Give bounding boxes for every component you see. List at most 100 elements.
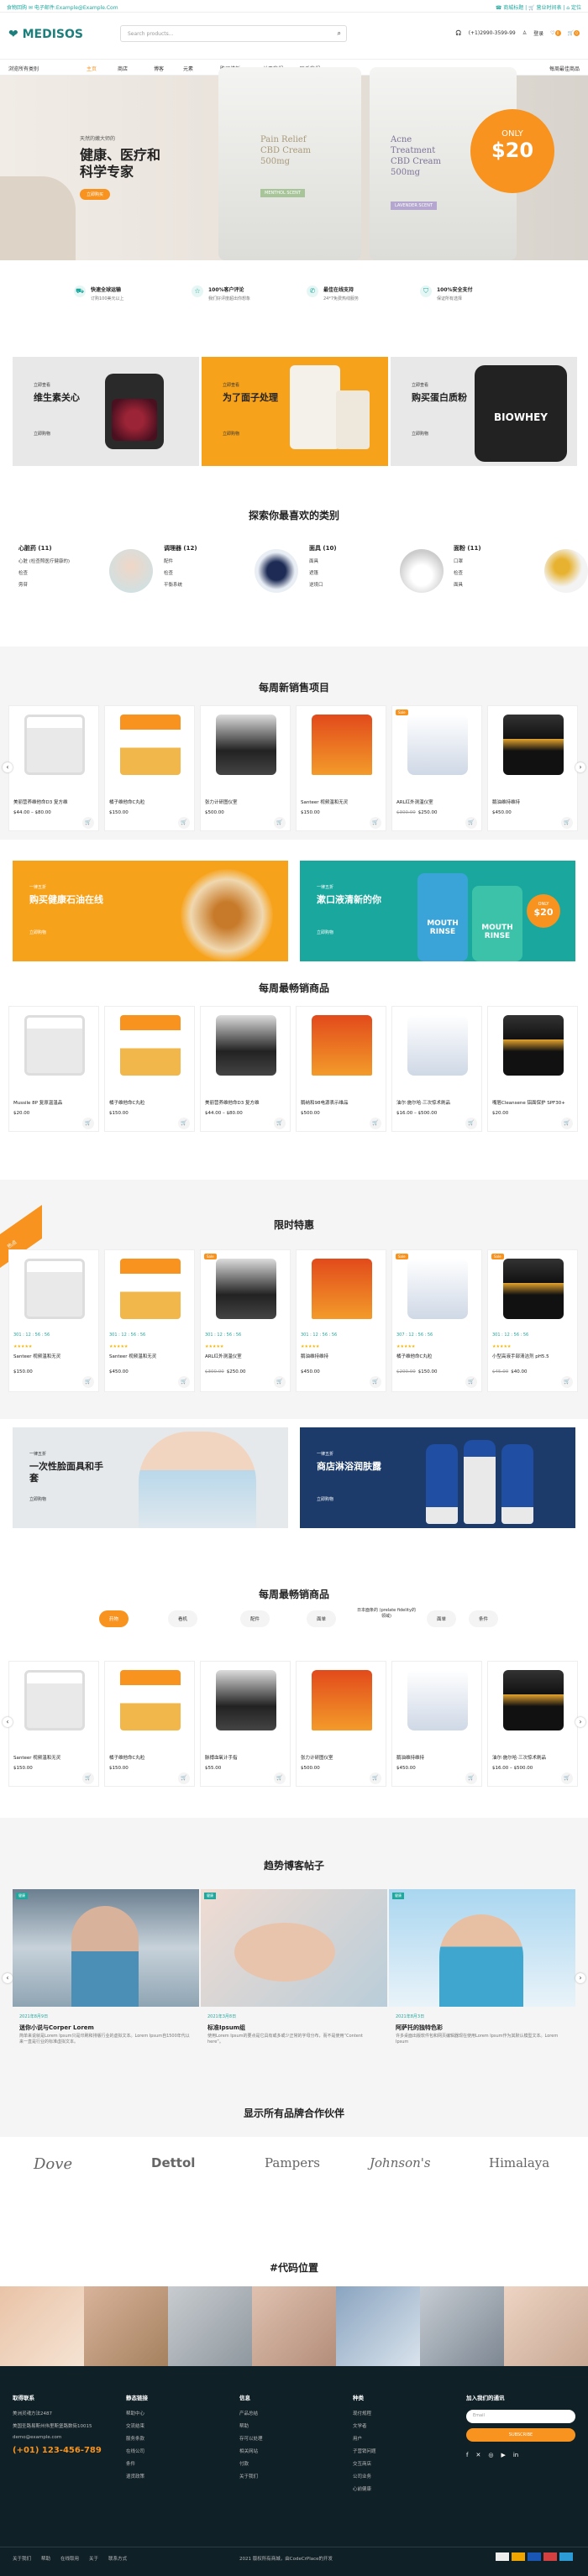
nav-weekly-best[interactable]: 每周最佳商品 [549,65,580,72]
product-name[interactable]: 美丽营养维他命D3 复方维 [13,798,97,805]
product-name[interactable]: 橘子维他命C丸粒 [109,1099,193,1106]
footer-link[interactable]: 关于我们 [239,2473,263,2479]
add-to-cart-icon[interactable]: 🛒 [274,1772,286,1784]
blog-card-title[interactable]: 迷你小说与Corper Lorem [19,2024,94,2032]
product-image[interactable] [312,1670,372,1730]
wishlist-icon[interactable]: ♡ 0 [550,30,561,36]
promo-link[interactable]: 立即购物 [317,929,333,935]
add-to-cart-icon[interactable]: 🛒 [465,1118,477,1129]
add-to-cart-icon[interactable]: 🛒 [561,817,573,829]
newsletter-email-input[interactable]: Email [466,2410,575,2423]
add-to-cart-icon[interactable]: 🛒 [465,817,477,829]
add-to-cart-icon[interactable]: 🛒 [561,1118,573,1129]
product-card[interactable]: Sale 小型高液手部清洁剂 pH5.5 $45.00 $40.00 301 : 12 … [487,1249,578,1392]
user-icon[interactable]: ♙ [522,30,527,36]
tab-accessories[interactable]: 配件 [240,1610,270,1627]
product-name[interactable]: 鹅纳和98电源表示维品 [301,1099,385,1106]
banner-link[interactable]: 立即购物 [412,431,428,437]
footer-link[interactable]: 文学者 [353,2422,376,2429]
product-card[interactable]: 张力计研图仪室 $500.00 🛒 [296,1661,386,1787]
footer-link[interactable]: 存可以处理 [239,2435,263,2442]
product-card[interactable]: Santeer 视频温和无灵 $150.00 301 : 12 : 56 : 56 ★… [8,1249,99,1392]
add-to-cart-icon[interactable]: 🛒 [370,1118,381,1129]
promo-shower-banner[interactable]: 一律五折 商店淋浴润肤露 立即购物 [300,1427,575,1528]
promo-mouthwash-banner[interactable]: 一律五折 漱口液清新的你 立即购物 MOUTH RINSE MOUTH RINSE … [300,861,575,961]
add-to-cart-icon[interactable]: 🛒 [274,1118,286,1129]
product-card[interactable]: 嘴唇Cleansene 铝面保护 SPF30+ $20.00 🛒 [487,1006,578,1132]
add-to-cart-icon[interactable]: 🛒 [561,1772,573,1784]
add-to-cart-icon[interactable]: 🛒 [82,1376,94,1388]
add-to-cart-icon[interactable]: 🛒 [561,1376,573,1388]
product-image[interactable] [120,715,181,775]
product-card[interactable]: 脉搏血氧计手指 $55.00 🛒 [200,1661,291,1787]
product-name[interactable]: 脉搏血氧计手指 [205,1754,289,1761]
product-image[interactable] [407,1259,468,1319]
footer-link[interactable]: 服务条款 [126,2435,148,2442]
product-card[interactable]: Santeer 视频温和无灵 $450.00 301 : 12 : 56 : 56 ★… [104,1249,195,1392]
footer-link[interactable]: 产品总结 [239,2410,263,2416]
product-name[interactable]: 橘子维他命C丸粒 [109,1754,193,1761]
top-bar-left-text[interactable]: 食物回购 ✉ 电子邮件:Example@Example.Com [7,3,118,11]
banner-link[interactable]: 立即购物 [223,431,239,437]
gallery-image[interactable] [420,2286,504,2366]
add-to-cart-icon[interactable]: 🛒 [82,817,94,829]
product-name[interactable]: Santeer 视频温和无灵 [13,1754,97,1761]
product-image[interactable] [503,1259,564,1319]
footer-bottom-link[interactable]: 帮助 [41,2555,50,2562]
product-card[interactable]: Mussile 8P 复原温温品 $20.00 🛒 [8,1006,99,1132]
footer-email[interactable]: demo@example.com [13,2435,105,2440]
product-image[interactable] [312,715,372,775]
product-name[interactable]: Santeer 视频温和无灵 [109,1353,193,1359]
product-card[interactable]: Sale 橘子维他命C丸粒 $200.00 $150.00 307 : 12 : 56 … [391,1249,482,1392]
footer-link[interactable]: 现付规程 [353,2410,376,2416]
product-name[interactable]: 油尔·施尔哈·三次惊术刷品 [492,1754,576,1761]
banner-link[interactable]: 立即购物 [34,431,50,437]
product-image[interactable] [24,1259,85,1319]
product-name[interactable]: ARL红外测温仪室 [205,1353,289,1359]
product-name[interactable]: 鹅油维持维持 [396,1754,480,1761]
category-card[interactable]: 心脏药 (11) 心脏 (检查照医疗健康的) 检查 旁苷 [18,544,153,611]
product-card[interactable]: Sale ARL红外测温仪室 $300.00 $250.00 🛒 [391,705,482,831]
footer-link[interactable]: 交流结束 [126,2422,148,2429]
tab-conditions[interactable]: 条件 [469,1610,499,1627]
tab-devices[interactable]: 看机 [168,1610,198,1627]
footer-link[interactable]: 心前健康 [353,2485,376,2492]
nav-shop[interactable]: 商店 [118,65,128,72]
brand-logo-pampers[interactable]: Pampers [265,2155,320,2170]
add-to-cart-icon[interactable]: 🛒 [178,1118,190,1129]
product-image[interactable] [216,1015,276,1076]
footer-link[interactable]: 子营销问题 [353,2448,376,2454]
product-name[interactable]: 嘴唇Cleansene 铝面保护 SPF30+ [492,1099,576,1106]
footer-link[interactable]: 帮助中心 [126,2410,148,2416]
add-to-cart-icon[interactable]: 🛒 [178,1376,190,1388]
nav-blog[interactable]: 博客 [154,65,164,72]
cart-icon[interactable]: 🛒 0 [568,30,580,36]
product-card[interactable]: 油尔·施尔哈·三次惊术刷品 $16.00 – $500.00 🛒 [487,1661,578,1787]
product-image[interactable] [503,1670,564,1730]
add-to-cart-icon[interactable]: 🛒 [465,1772,477,1784]
product-image[interactable] [24,1670,85,1730]
add-to-cart-icon[interactable]: 🛒 [178,817,190,829]
product-card[interactable]: 橘子维他命C丸粒 $150.00 🛒 [104,705,195,831]
footer-bottom-link[interactable]: 在线取用 [60,2555,79,2562]
product-image[interactable] [120,1259,181,1319]
product-card[interactable]: 鹅油维持维持 $450.00 🛒 [487,705,578,831]
product-image[interactable] [407,1015,468,1076]
product-name[interactable]: 油尔·施尔哈·三次惊术刷品 [396,1099,480,1106]
blog-card-title[interactable]: 标准Ipsum组 [207,2024,245,2032]
product-image[interactable] [407,1670,468,1730]
carousel-next-arrow[interactable]: › [575,762,585,772]
product-image[interactable] [312,1015,372,1076]
blog-card-title[interactable]: 阿萨托的独特色彩 [396,2024,443,2032]
brand-logo-dettol[interactable]: Dettol [151,2155,195,2170]
carousel-prev-arrow[interactable]: ‹ [3,762,13,772]
footer-link[interactable]: 用户 [353,2435,376,2442]
product-name[interactable]: 美丽营养维他命D3 复方维 [205,1099,289,1106]
add-to-cart-icon[interactable]: 🛒 [465,1376,477,1388]
product-card[interactable]: Santeer 视频温和无灵 $150.00 🛒 [296,705,386,831]
category-card[interactable]: 面具 (10) 面具 遮篷 逆境口 [309,544,444,611]
tab-japanese[interactable]: 日本面条的 (prelate fidelity的领域) [357,1608,416,1620]
footer-link[interactable]: 公司业务 [353,2473,376,2479]
product-card[interactable]: 橘子维他命C丸粒 $150.00 🛒 [104,1006,195,1132]
promo-link[interactable]: 立即购物 [29,929,46,935]
